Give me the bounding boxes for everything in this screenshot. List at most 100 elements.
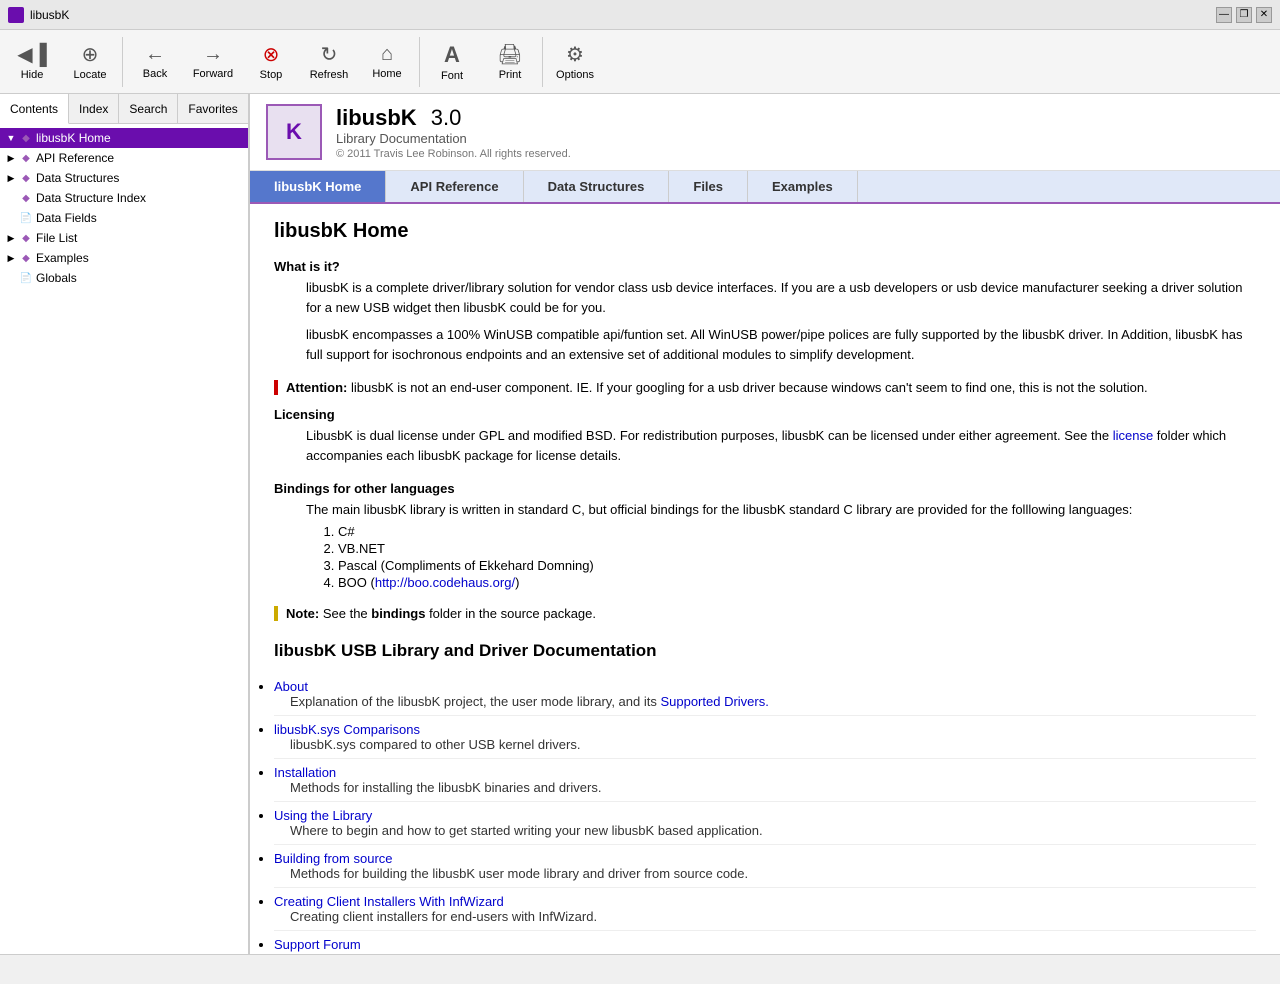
support-forum-link[interactable]: Support Forum: [274, 937, 1256, 952]
expand-icon-ex: ▶: [4, 251, 18, 265]
home-button[interactable]: ⌂ Home: [359, 33, 415, 91]
using-library-link[interactable]: Using the Library: [274, 808, 1256, 823]
content-header: K libusbK 3.0 Library Documentation © 20…: [250, 94, 1280, 171]
hide-label: Hide: [21, 69, 44, 81]
list-item-sys: libusbK.sys Comparisons libusbK.sys comp…: [274, 716, 1256, 759]
print-button[interactable]: 🖨 Print: [482, 33, 538, 91]
gem-icon-fl: ◆: [18, 230, 34, 246]
font-icon: A: [444, 42, 460, 68]
forward-button[interactable]: → Forward: [185, 33, 241, 91]
minimize-button[interactable]: —: [1216, 7, 1232, 23]
tree-label-globals: Globals: [36, 271, 77, 285]
content-body: libusbK Home What is it? libusbK is a co…: [250, 204, 1280, 954]
sys-link[interactable]: libusbK.sys Comparisons: [274, 722, 1256, 737]
back-button[interactable]: ← Back: [127, 33, 183, 91]
tree-item-libusbk-home[interactable]: ▼ ◆ libusbK Home: [0, 128, 248, 148]
gem-icon-ex: ◆: [18, 250, 34, 266]
supported-drivers-link[interactable]: Supported Drivers.: [660, 694, 768, 709]
tree-item-globals[interactable]: 📄 Globals: [0, 268, 248, 288]
titlebar-controls[interactable]: — ❐ ✕: [1216, 7, 1272, 23]
tree-item-file-list[interactable]: ▶ ◆ File List: [0, 228, 248, 248]
tree-item-api-reference[interactable]: ▶ ◆ API Reference: [0, 148, 248, 168]
tree-item-ds-index[interactable]: ◆ Data Structure Index: [0, 188, 248, 208]
licensing-heading: Licensing: [274, 407, 1256, 422]
support-forum-desc: All libusbK related questions and issues…: [290, 952, 1256, 955]
close-button[interactable]: ✕: [1256, 7, 1272, 23]
license-link[interactable]: license: [1113, 428, 1153, 443]
expand-icon-ds: ▶: [4, 171, 18, 185]
red-bar: [274, 380, 278, 395]
installation-link[interactable]: Installation: [274, 765, 1256, 780]
refresh-button[interactable]: ↻ Refresh: [301, 33, 357, 91]
expand-icon-gl: [4, 271, 18, 285]
tree-label-examples: Examples: [36, 251, 89, 265]
locate-label: Locate: [73, 69, 106, 81]
font-button[interactable]: A Font: [424, 33, 480, 91]
nav-tab-ds[interactable]: Data Structures: [524, 171, 670, 202]
gem-icon-ds: ◆: [18, 170, 34, 186]
nav-tab-files[interactable]: Files: [669, 171, 748, 202]
left-tabs: Contents Index Search Favorites: [0, 94, 248, 124]
expand-icon-dsi: [4, 191, 18, 205]
options-label: Options: [556, 69, 594, 81]
note-box: Note: See the bindings folder in the sou…: [274, 606, 1256, 621]
usb-section-list: About Explanation of the libusbK project…: [274, 673, 1256, 955]
options-button[interactable]: ⚙ Options: [547, 33, 603, 91]
section-bindings: Bindings for other languages The main li…: [274, 481, 1256, 590]
gem-icon-dsi: ◆: [18, 190, 34, 206]
version-label: 3.0: [431, 105, 462, 130]
page-title: libusbK Home: [274, 220, 1256, 243]
nav-tab-api[interactable]: API Reference: [386, 171, 523, 202]
subtitle: Library Documentation: [336, 131, 571, 146]
tab-index[interactable]: Index: [69, 94, 119, 123]
app-title: libusbK 3.0: [336, 105, 571, 131]
refresh-icon: ↻: [321, 42, 338, 67]
note-bold: bindings: [371, 606, 425, 621]
toolbar: ◀▐ Hide ⊕ Locate ← Back → Forward ⊗ Stop…: [0, 30, 1280, 94]
header-text: libusbK 3.0 Library Documentation © 2011…: [336, 105, 571, 160]
creating-client-desc: Creating client installers for end-users…: [290, 909, 1256, 924]
forward-label: Forward: [193, 68, 233, 80]
font-label: Font: [441, 70, 463, 82]
tree-item-data-structures[interactable]: ▶ ◆ Data Structures: [0, 168, 248, 188]
tree-item-data-fields[interactable]: 📄 Data Fields: [0, 208, 248, 228]
expand-icon: ▼: [4, 131, 18, 145]
creating-client-link[interactable]: Creating Client Installers With InfWizar…: [274, 894, 1256, 909]
attention-content: Attention: libusbK is not an end-user co…: [286, 380, 1256, 395]
about-link[interactable]: About: [274, 679, 1256, 694]
locate-button[interactable]: ⊕ Locate: [62, 33, 118, 91]
refresh-label: Refresh: [310, 69, 349, 81]
nav-tabs: libusbK Home API Reference Data Structur…: [250, 171, 1280, 204]
nav-tab-examples[interactable]: Examples: [748, 171, 858, 202]
tree-area: ▼ ◆ libusbK Home ▶ ◆ API Reference ▶ ◆ D…: [0, 124, 248, 954]
tab-favorites[interactable]: Favorites: [178, 94, 248, 123]
list-item-installation: Installation Methods for installing the …: [274, 759, 1256, 802]
tab-contents[interactable]: Contents: [0, 94, 69, 124]
list-item-creating-client: Creating Client Installers With InfWizar…: [274, 888, 1256, 931]
installation-desc: Methods for installing the libusbK binar…: [290, 780, 1256, 795]
back-label: Back: [143, 68, 167, 80]
nav-tab-home[interactable]: libusbK Home: [250, 171, 386, 202]
list-item-support-forum: Support Forum All libusbK related questi…: [274, 931, 1256, 955]
tree-label-libusbk-home: libusbK Home: [36, 131, 111, 145]
building-link[interactable]: Building from source: [274, 851, 1256, 866]
boo-link[interactable]: http://boo.codehaus.org/: [375, 575, 515, 590]
gem-icon: ◆: [18, 130, 34, 146]
hide-button[interactable]: ◀▐ Hide: [4, 33, 60, 91]
section-what-is-it: What is it? libusbK is a complete driver…: [274, 259, 1256, 364]
doc-icon-gl: 📄: [18, 270, 34, 286]
yellow-bar: [274, 606, 278, 621]
stop-button[interactable]: ⊗ Stop: [243, 33, 299, 91]
stop-label: Stop: [260, 69, 283, 81]
tree-item-examples[interactable]: ▶ ◆ Examples: [0, 248, 248, 268]
statusbar: [0, 954, 1280, 976]
tree-label-ds-index: Data Structure Index: [36, 191, 146, 205]
maximize-button[interactable]: ❐: [1236, 7, 1252, 23]
usb-section-heading: libusbK USB Library and Driver Documenta…: [274, 641, 1256, 661]
logo-icon: K: [286, 119, 302, 145]
gem-icon-api: ◆: [18, 150, 34, 166]
titlebar-left: libusbK: [8, 7, 69, 23]
attention-box: Attention: libusbK is not an end-user co…: [274, 380, 1256, 395]
print-icon: 🖨: [497, 42, 522, 67]
tab-search[interactable]: Search: [119, 94, 178, 123]
